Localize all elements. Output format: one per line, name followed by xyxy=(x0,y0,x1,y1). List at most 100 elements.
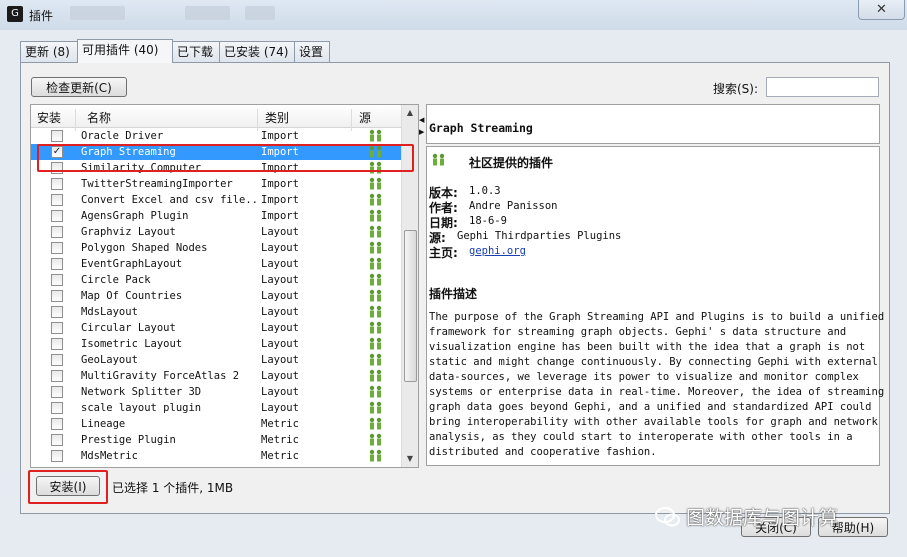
blurred-background-text xyxy=(245,6,275,20)
install-checkbox[interactable] xyxy=(51,386,63,398)
install-checkbox[interactable] xyxy=(51,354,63,366)
table-row[interactable]: Network Splitter 3D Layout xyxy=(31,384,401,400)
install-checkbox[interactable] xyxy=(51,450,63,462)
community-icon xyxy=(368,193,384,207)
install-checkbox[interactable] xyxy=(51,338,63,350)
plugin-name: AgensGraph Plugin xyxy=(81,210,189,222)
splitter-left-arrow-icon[interactable]: ◀ xyxy=(419,116,424,124)
table-row[interactable]: AgensGraph Plugin Import xyxy=(31,208,401,224)
plugin-name: Network Splitter 3D xyxy=(81,386,202,398)
provider-label: 社区提供的插件 xyxy=(469,156,554,170)
plugin-category: Metric xyxy=(261,434,299,446)
homepage-label: 主页: xyxy=(429,246,458,260)
plugin-name: scale layout plugin xyxy=(81,402,202,414)
scrollbar-thumb[interactable] xyxy=(404,230,417,382)
plugin-name: Prestige Plugin xyxy=(81,434,176,446)
homepage-link[interactable]: gephi.org xyxy=(469,245,526,257)
community-icon xyxy=(368,209,384,223)
date-value: 18-6-9 xyxy=(469,215,507,227)
table-row[interactable]: Oracle Driver Import xyxy=(31,128,401,144)
table-row[interactable]: EventGraphLayout Layout xyxy=(31,256,401,272)
tab-settings[interactable]: 设置 xyxy=(294,41,330,62)
table-row[interactable]: Prestige Plugin Metric xyxy=(31,432,401,448)
install-checkbox[interactable] xyxy=(51,290,63,302)
table-header: 安装 名称 类别 源 xyxy=(31,105,401,131)
scroll-down-arrow-icon[interactable]: ▼ xyxy=(402,451,418,467)
install-checkbox[interactable] xyxy=(51,418,63,430)
scroll-up-arrow-icon[interactable]: ▲ xyxy=(402,105,418,121)
plugin-category: Metric xyxy=(261,450,299,462)
table-row[interactable]: Isometric Layout Layout xyxy=(31,336,401,352)
watermark: 图数据库与图计算 xyxy=(654,503,838,530)
tab-updates[interactable]: 更新 (8) xyxy=(20,41,78,62)
column-header-name[interactable]: 名称 xyxy=(87,109,111,126)
detail-header: Graph Streaming xyxy=(426,104,880,144)
plugin-category: Import xyxy=(261,130,299,142)
plugin-category: Import xyxy=(261,194,299,206)
community-icon xyxy=(432,153,445,166)
community-icon xyxy=(368,321,384,335)
plugin-name: GeoLayout xyxy=(81,354,138,366)
plugin-description: The purpose of the Graph Streaming API a… xyxy=(429,311,885,458)
community-icon xyxy=(368,401,384,415)
community-icon xyxy=(368,369,384,383)
install-checkbox[interactable] xyxy=(51,178,63,190)
plugin-category: Layout xyxy=(261,242,299,254)
plugin-name: Circle Pack xyxy=(81,274,151,286)
column-header-install[interactable]: 安装 xyxy=(37,109,61,126)
tab-installed[interactable]: 已安装 (74) xyxy=(219,41,295,62)
plugin-name: TwitterStreamingImporter xyxy=(81,178,233,190)
install-checkbox[interactable] xyxy=(51,194,63,206)
install-checkbox[interactable] xyxy=(51,306,63,318)
version-value: 1.0.3 xyxy=(469,185,501,197)
table-row[interactable]: Circle Pack Layout xyxy=(31,272,401,288)
install-checkbox[interactable] xyxy=(51,210,63,222)
column-header-category[interactable]: 类别 xyxy=(265,109,289,126)
install-checkbox[interactable] xyxy=(51,370,63,382)
plugin-category: Layout xyxy=(261,322,299,334)
gephi-app-icon: G xyxy=(7,6,23,22)
table-row[interactable]: MultiGravity ForceAtlas 2 Layout xyxy=(31,368,401,384)
community-icon xyxy=(368,417,384,431)
table-row[interactable]: TwitterStreamingImporter Import xyxy=(31,176,401,192)
install-checkbox[interactable] xyxy=(51,274,63,286)
table-row[interactable]: Convert Excel and csv file... Import xyxy=(31,192,401,208)
install-checkbox[interactable] xyxy=(51,402,63,414)
plugin-name: Circular Layout xyxy=(81,322,176,334)
table-row[interactable]: GeoLayout Layout xyxy=(31,352,401,368)
tab-available-plugins[interactable]: 可用插件 (40) xyxy=(77,39,173,63)
window-close-button[interactable]: ✕ xyxy=(858,0,905,20)
plugin-category: Layout xyxy=(261,306,299,318)
table-row[interactable]: scale layout plugin Layout xyxy=(31,400,401,416)
table-row[interactable]: MdsMetric Metric xyxy=(31,448,401,464)
table-row[interactable]: MdsLayout Layout xyxy=(31,304,401,320)
install-checkbox[interactable] xyxy=(51,434,63,446)
plugin-category: Layout xyxy=(261,386,299,398)
plugin-name: Convert Excel and csv file... xyxy=(81,194,256,206)
watermark-text: 图数据库与图计算 xyxy=(686,507,839,529)
install-checkbox[interactable] xyxy=(51,258,63,270)
column-header-source[interactable]: 源 xyxy=(359,109,371,126)
plugin-category: Layout xyxy=(261,226,299,238)
table-row[interactable]: Map Of Countries Layout xyxy=(31,288,401,304)
tab-downloaded[interactable]: 已下载 xyxy=(172,41,220,62)
blurred-background-text xyxy=(185,6,230,20)
detail-title: Graph Streaming xyxy=(429,121,533,135)
install-checkbox[interactable] xyxy=(51,322,63,334)
search-input[interactable] xyxy=(766,77,879,97)
window-title: 插件 xyxy=(29,9,54,23)
install-checkbox[interactable] xyxy=(51,130,63,142)
wechat-icon xyxy=(655,507,680,527)
table-row[interactable]: Lineage Metric xyxy=(31,416,401,432)
install-checkbox[interactable] xyxy=(51,242,63,254)
table-row[interactable]: Polygon Shaped Nodes Layout xyxy=(31,240,401,256)
splitter-right-arrow-icon[interactable]: ▶ xyxy=(419,128,424,136)
plugin-category: Import xyxy=(261,210,299,222)
check-updates-button[interactable]: 检查更新(C) xyxy=(31,77,127,97)
panel-splitter[interactable]: ◀ ▶ xyxy=(419,104,425,466)
plugin-name: MdsMetric xyxy=(81,450,138,462)
plugin-name: MultiGravity ForceAtlas 2 xyxy=(81,370,240,382)
install-checkbox[interactable] xyxy=(51,226,63,238)
table-row[interactable]: Circular Layout Layout xyxy=(31,320,401,336)
table-row[interactable]: Graphviz Layout Layout xyxy=(31,224,401,240)
